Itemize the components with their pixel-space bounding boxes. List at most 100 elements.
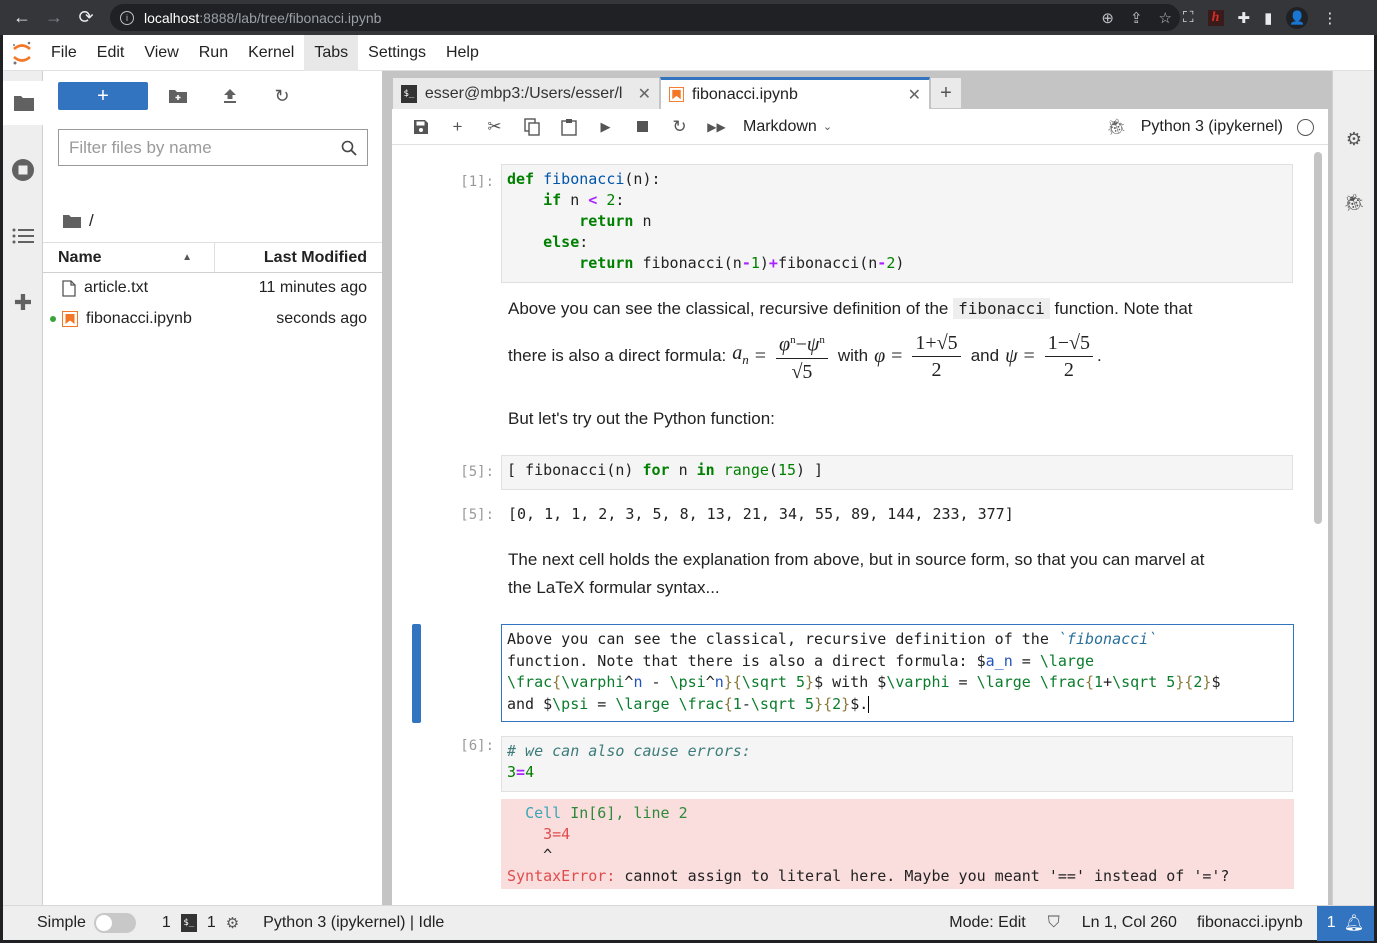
reload-button[interactable]: ⟳ (70, 2, 102, 34)
insert-cell-button[interactable]: + (439, 112, 476, 142)
file-filter-field[interactable] (58, 129, 368, 166)
restart-run-all-button[interactable]: ▶▶ (698, 112, 735, 142)
cell-type-dropdown[interactable]: Markdown ⌄ (743, 118, 832, 136)
browser-toolbar: ← → ⟳ i localhost:8888/lab/tree/fibonacc… (0, 0, 1377, 35)
kernel-name-button[interactable]: Python 3 (ipykernel) (1141, 118, 1283, 136)
breadcrumb-root[interactable]: / (89, 211, 94, 231)
cut-cell-button[interactable]: ✂ (476, 112, 513, 142)
table-of-contents-tab[interactable] (3, 214, 43, 258)
file-list-item[interactable]: article.txt 11 minutes ago (43, 273, 382, 303)
share-icon[interactable]: ⇪ (1130, 9, 1143, 27)
paste-cell-button[interactable] (550, 112, 587, 142)
main-dock-area: $_ esser@mbp3:/Users/esser/l ✕ fibonacci… (392, 71, 1332, 905)
simple-mode-toggle[interactable] (93, 913, 136, 933)
menu-settings[interactable]: Settings (358, 35, 436, 71)
fast-forward-icon: ▶▶ (707, 119, 726, 134)
kernel-status[interactable]: Python 3 (ipykernel) | Idle (263, 914, 444, 932)
more-menu-icon[interactable]: ⋮ (1322, 9, 1337, 27)
notebook-panel: + ✂ ▶ ↻ ▶▶ Markdown ⌄ 🐞︎ Python 3 (ipyke… (392, 109, 1328, 905)
save-button[interactable] (402, 112, 439, 142)
file-list-item[interactable]: fibonacci.ipynb seconds ago (43, 304, 382, 334)
sort-ascending-icon: ▲ (182, 252, 192, 263)
column-modified-label: Last Modified (263, 248, 367, 266)
extensions-puzzle-icon[interactable]: ✚ (1238, 9, 1251, 27)
h-extension-icon[interactable]: h (1207, 9, 1224, 26)
cell-input-prompt: [6]: (460, 738, 494, 754)
forward-button[interactable]: → (38, 2, 70, 34)
panel-splitter[interactable] (382, 71, 392, 905)
notebook-scrollbar[interactable] (1314, 152, 1322, 524)
editor-mode: Mode: Edit (949, 914, 1026, 931)
markdown-cell-rendered[interactable]: The next cell holds the explanation from… (508, 546, 1288, 602)
terminals-count[interactable]: 1 (162, 914, 171, 932)
tab-terminal[interactable]: $_ esser@mbp3:/Users/esser/l ✕ (392, 77, 660, 109)
site-info-icon[interactable]: i (120, 10, 134, 25)
debugger-tab[interactable]: 🐞︎ (1333, 181, 1375, 225)
new-tab-button[interactable]: + (930, 77, 962, 109)
menu-file[interactable]: File (41, 35, 87, 71)
close-icon[interactable]: ✕ (908, 85, 921, 105)
markdown-cell-rendered[interactable]: Above you can see the classical, recursi… (508, 295, 1288, 433)
address-bar[interactable]: i localhost:8888/lab/tree/fibonacci.ipyn… (110, 4, 1180, 31)
property-inspector-tab[interactable]: ⚙ (1333, 117, 1375, 161)
menu-kernel[interactable]: Kernel (238, 35, 304, 71)
profile-avatar-icon[interactable]: 👤 (1286, 6, 1309, 29)
cursor-position[interactable]: Ln 1, Col 260 (1082, 914, 1177, 932)
trust-shield-icon[interactable]: ⛉ (1048, 914, 1060, 932)
puzzle-icon: ✚ (13, 290, 33, 315)
menu-help[interactable]: Help (436, 35, 489, 71)
folder-home-icon[interactable] (63, 214, 81, 228)
notebook-toolbar: + ✂ ▶ ↻ ▶▶ Markdown ⌄ 🐞︎ Python 3 (ipyke… (392, 109, 1328, 145)
file-filter-input[interactable] (69, 137, 341, 158)
play-icon: ▶ (600, 118, 611, 134)
stop-icon (637, 121, 648, 132)
new-folder-button[interactable] (152, 82, 204, 110)
chevron-down-icon: ⌄ (822, 121, 833, 133)
bookmark-star-icon[interactable]: ☆ (1159, 9, 1172, 27)
code-cell-editor[interactable]: [ fibonacci(n) for n in range(15) ] (501, 455, 1293, 490)
md-text: the LaTeX formular syntax... (508, 578, 720, 597)
menu-run[interactable]: Run (189, 35, 238, 71)
active-cell-indicator (412, 624, 421, 723)
close-icon[interactable]: ✕ (638, 84, 651, 104)
screen-capture-icon[interactable]: ⛶ (1183, 9, 1194, 26)
extension-manager-tab[interactable]: ✚ (3, 281, 43, 325)
notebook-icon (62, 311, 78, 327)
refresh-icon: ↻ (274, 85, 290, 106)
run-cell-button[interactable]: ▶ (587, 112, 624, 142)
back-button[interactable]: ← (6, 2, 38, 34)
code-cell-editor[interactable]: # we can also cause errors: 3=4 (501, 736, 1293, 792)
tab-notebook[interactable]: fibonacci.ipynb ✕ (660, 77, 930, 109)
math-fraction-phi: 1+√5 2 (912, 330, 961, 383)
new-launcher-button[interactable]: + (58, 82, 148, 110)
markdown-cell-editor[interactable]: Above you can see the classical, recursi… (501, 624, 1294, 722)
cpu-chip-icon: ⚙ (225, 915, 240, 932)
kernels-count[interactable]: 1 (207, 914, 216, 932)
current-filename: fibonacci.ipynb (1196, 914, 1303, 931)
math-an: an (732, 341, 749, 367)
file-browser-panel: + ↻ / Name ▲ Last Modified (43, 71, 382, 905)
math-equals: = (891, 345, 903, 367)
file-browser-tab[interactable] (3, 81, 44, 125)
refresh-button[interactable]: ↻ (256, 82, 308, 110)
code-cell-editor[interactable]: def fibonacci(n): if n < 2: return n els… (501, 164, 1293, 283)
copy-cell-button[interactable] (513, 112, 550, 142)
column-modified-header[interactable]: Last Modified (215, 243, 382, 272)
column-name-header[interactable]: Name ▲ (43, 243, 215, 272)
restart-kernel-button[interactable]: ↻ (661, 112, 698, 142)
running-sessions-tab[interactable] (3, 148, 43, 192)
copy-icon (523, 117, 540, 136)
notifications-button[interactable]: 1 🔔︎ (1316, 905, 1374, 941)
menu-edit[interactable]: Edit (87, 35, 135, 71)
side-panel-icon[interactable]: ▮ (1264, 9, 1272, 27)
menu-tabs[interactable]: Tabs (304, 34, 359, 71)
debugger-bug-icon[interactable]: 🐞︎ (1106, 117, 1126, 137)
interrupt-kernel-button[interactable] (624, 112, 661, 142)
notebook-cells: [1]: def fibonacci(n): if n < 2: return … (392, 146, 1328, 905)
status-dot-empty (50, 285, 56, 291)
upload-button[interactable] (204, 82, 256, 110)
menu-view[interactable]: View (134, 35, 188, 71)
zoom-icon[interactable]: ⊕ (1101, 9, 1114, 27)
clipboard-icon (560, 118, 577, 136)
stop-circle-icon (12, 159, 34, 181)
